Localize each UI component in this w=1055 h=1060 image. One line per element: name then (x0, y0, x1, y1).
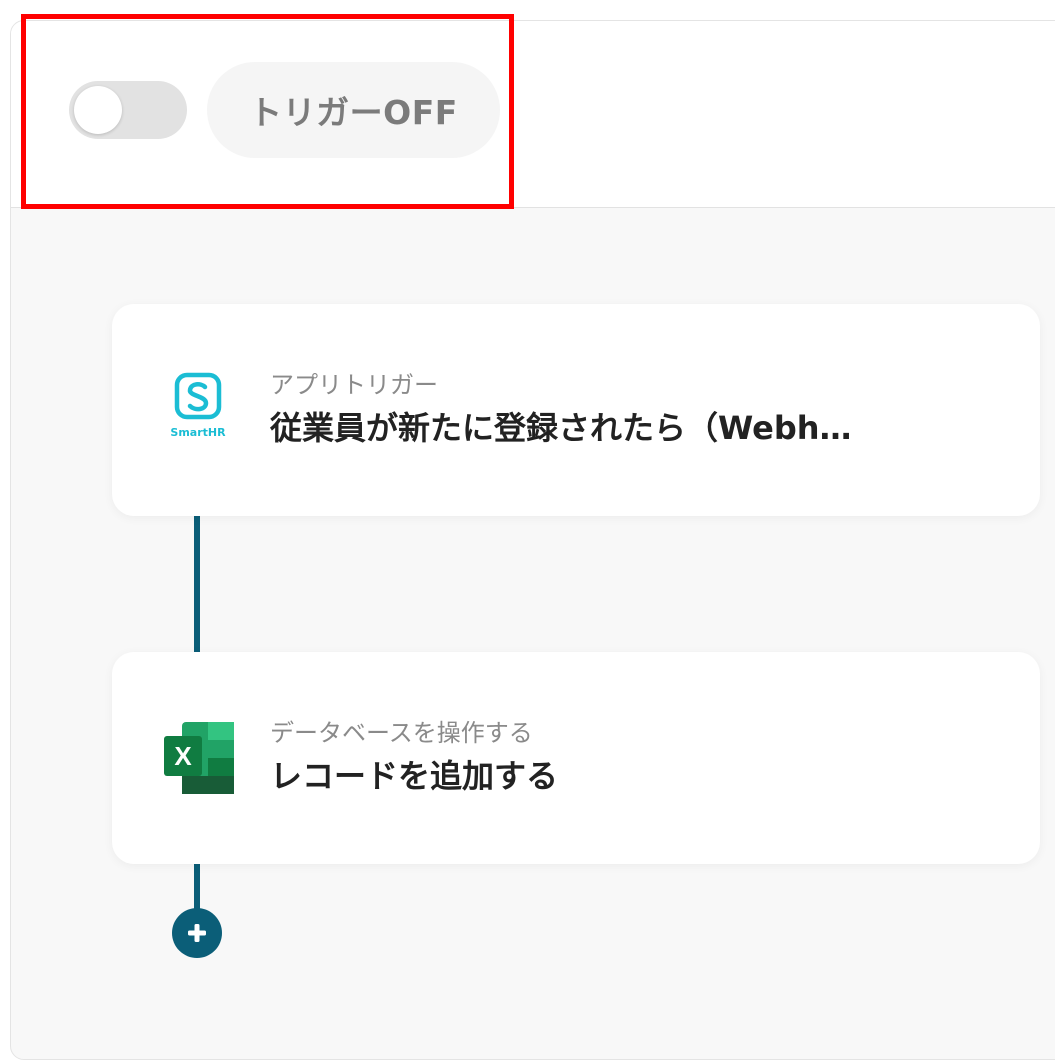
smarthr-icon: SmartHR (160, 370, 240, 450)
step-text: データベースを操作する レコードを追加する (270, 718, 1020, 798)
add-step-button[interactable] (172, 908, 222, 958)
step-text: アプリトリガー 従業員が新たに登録されたら（Webh… (270, 370, 1020, 450)
excel-icon-letter: X (174, 741, 192, 771)
step-title: 従業員が新たに登録されたら（Webh… (270, 409, 852, 447)
excel-icon: X (160, 718, 240, 798)
step-kind-label: アプリトリガー (270, 371, 438, 399)
plus-icon (188, 924, 206, 942)
smarthr-icon-caption: SmartHR (170, 426, 226, 439)
step-kind-label: データベースを操作する (270, 719, 533, 747)
step-card-trigger[interactable]: SmartHR アプリトリガー 従業員が新たに登録されたら（Webh… (112, 304, 1040, 516)
step-title: レコードを追加する (270, 757, 559, 795)
step-card-database[interactable]: X データベースを操作する レコードを追加する (112, 652, 1040, 864)
flow-connector (194, 516, 200, 652)
flow-connector (194, 864, 200, 914)
highlight-box (21, 14, 514, 209)
